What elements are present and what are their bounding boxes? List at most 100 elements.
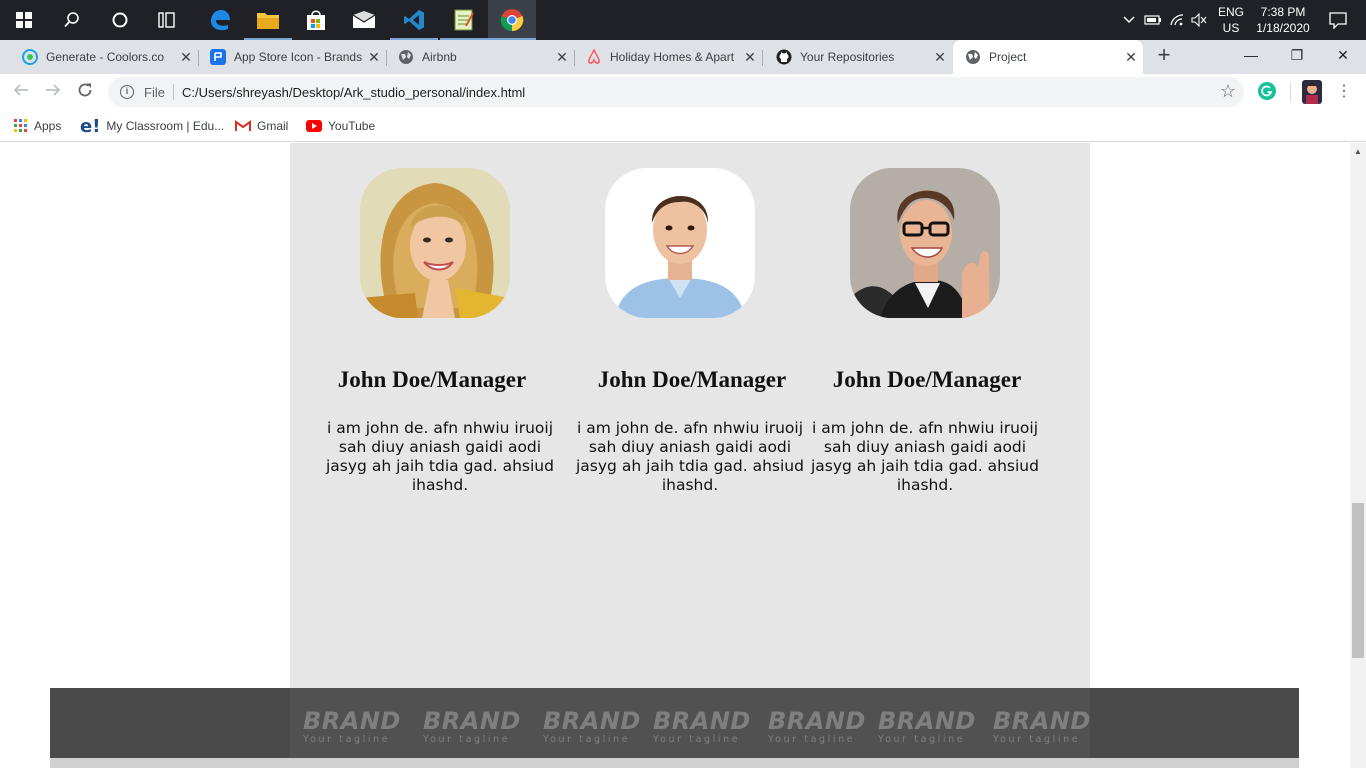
close-icon[interactable]: ✕ <box>738 49 762 66</box>
tab-label: Holiday Homes & Apart <box>610 50 735 64</box>
menu-dots-icon[interactable]: ⋮ <box>1336 82 1352 102</box>
profile-avatar[interactable] <box>1302 80 1322 104</box>
back-button[interactable] <box>9 80 33 104</box>
battery-icon[interactable] <box>1142 0 1164 40</box>
bookmark-apps[interactable]: Apps <box>14 116 61 136</box>
member-bio: i am john de. afn nhwiu iruoij sah diuy … <box>576 419 804 494</box>
edge-icon[interactable] <box>196 0 244 40</box>
chrome-icon[interactable] <box>488 0 536 40</box>
apps-grid-icon <box>14 119 28 133</box>
github-icon <box>776 49 792 65</box>
member-name: John Doe/Manager <box>597 367 787 392</box>
brand-logo: BRAND Your tagline <box>653 707 751 746</box>
forward-button[interactable] <box>41 80 65 104</box>
search-icon[interactable] <box>48 0 96 40</box>
notification-icon[interactable] <box>1318 0 1358 40</box>
brand-name: BRAND <box>653 707 751 735</box>
bookmark-label: Apps <box>34 119 62 133</box>
bookmark-youtube[interactable]: YouTube <box>306 116 375 136</box>
tab-airbnb[interactable]: Airbnb ✕ <box>386 40 574 74</box>
restore-button[interactable]: ❐ <box>1274 40 1320 70</box>
grammarly-icon[interactable] <box>1258 82 1276 100</box>
reload-button[interactable] <box>73 80 97 104</box>
close-icon[interactable]: ✕ <box>1119 49 1143 66</box>
notepad-icon[interactable] <box>440 0 488 40</box>
vscode-icon[interactable] <box>390 0 438 40</box>
system-clock[interactable]: 7:38 PM 1/18/2020 <box>1252 4 1314 36</box>
mail-icon[interactable] <box>340 0 388 40</box>
tab-label: Your Repositories <box>800 50 895 64</box>
task-view-icon[interactable] <box>144 0 192 40</box>
team-photo-woman-blonde <box>360 168 510 318</box>
tab-coolors[interactable]: Generate - Coolors.co ✕ <box>10 40 198 74</box>
member-bio: i am john de. afn nhwiu iruoij sah diuy … <box>811 419 1039 494</box>
bookmark-star-icon[interactable]: ☆ <box>1220 81 1236 102</box>
chevron-up-icon[interactable] <box>1118 0 1140 40</box>
bookmark-label: My Classroom | Edu... <box>106 119 225 133</box>
member-name: John Doe/Manager <box>337 367 527 392</box>
member-name: John Doe/Manager <box>832 367 1022 392</box>
brand-name: BRAND <box>423 707 521 735</box>
close-icon[interactable]: ✕ <box>928 49 952 66</box>
toolbar-divider <box>1290 82 1291 102</box>
bookmarks-bar: Apps e! My Classroom | Edu... Gmail YouT… <box>0 110 1366 142</box>
address-bar[interactable]: i File C:/Users/shreyash/Desktop/Ark_stu… <box>108 77 1244 107</box>
tab-label: Project <box>989 50 1027 64</box>
bookmark-label: Gmail <box>257 119 289 133</box>
scroll-up-arrow-icon[interactable]: ▲ <box>1350 145 1366 159</box>
clock-time: 7:38 PM <box>1260 5 1306 19</box>
info-icon[interactable]: i <box>120 85 134 99</box>
brand-logo: BRAND Your tagline <box>993 707 1091 746</box>
brand-logo: BRAND Your tagline <box>768 707 866 746</box>
brand-logo: BRAND Your tagline <box>303 707 401 746</box>
tab-your-repositories[interactable]: Your Repositories ✕ <box>764 40 952 74</box>
team-photo-man-smiling <box>605 168 755 318</box>
clock-date: 1/18/2020 <box>1256 21 1310 35</box>
team-photo-man-glasses <box>850 168 1000 318</box>
close-icon[interactable]: ✕ <box>362 49 386 66</box>
brand-name: BRAND <box>993 707 1091 735</box>
new-tab-button[interactable]: + <box>1152 44 1176 68</box>
tab-project[interactable]: Project ✕ <box>953 40 1143 74</box>
bookmark-gmail[interactable]: Gmail <box>235 116 288 136</box>
cortana-icon[interactable] <box>96 0 144 40</box>
store-icon[interactable] <box>292 0 340 40</box>
tab-divider <box>762 50 763 66</box>
gmail-icon <box>235 120 251 132</box>
browser-tab-strip: Generate - Coolors.co ✕ App Store Icon -… <box>0 40 1366 74</box>
brand-name: BRAND <box>543 707 641 735</box>
brand-tagline: Your tagline <box>768 734 856 745</box>
globe-icon <box>965 49 981 65</box>
language-indicator[interactable]: ENG US <box>1214 4 1248 36</box>
windows-start-icon[interactable] <box>0 0 48 40</box>
member-bio: i am john de. afn nhwiu iruoij sah diuy … <box>326 419 554 494</box>
close-window-button[interactable]: ✕ <box>1320 40 1366 70</box>
volume-muted-icon[interactable] <box>1188 0 1210 40</box>
close-icon[interactable]: ✕ <box>550 49 574 66</box>
close-icon[interactable]: ✕ <box>174 49 198 66</box>
wifi-icon[interactable] <box>1166 0 1188 40</box>
app-store-icon <box>210 49 226 65</box>
page-viewport: John Doe/Manager i am john de. afn nhwiu… <box>0 143 1350 768</box>
brand-tagline: Your tagline <box>423 734 511 745</box>
windows-taskbar: ENG US 7:38 PM 1/18/2020 <box>0 0 1366 40</box>
tab-label: Airbnb <box>422 50 457 64</box>
file-explorer-icon[interactable] <box>244 0 292 40</box>
tab-app-store-icon[interactable]: App Store Icon - Brands ✕ <box>198 40 386 74</box>
url-text[interactable]: C:/Users/shreyash/Desktop/Ark_studio_per… <box>182 85 525 100</box>
brand-tagline: Your tagline <box>993 734 1081 745</box>
brand-name: BRAND <box>768 707 866 735</box>
language-code: ENG <box>1217 5 1244 19</box>
brand-logo: BRAND Your tagline <box>878 708 975 746</box>
tab-label: Generate - Coolors.co <box>46 50 165 64</box>
page-scrollbar[interactable]: ▲ <box>1350 143 1366 768</box>
minimize-button[interactable]: — <box>1228 40 1274 70</box>
tab-label: App Store Icon - Brands <box>234 50 362 64</box>
scrollbar-thumb[interactable] <box>1352 503 1364 658</box>
brand-tagline: Your tagline <box>303 734 391 745</box>
brand-logo: BRAND Your tagline <box>423 707 521 746</box>
brand-name: BRAND <box>303 707 401 735</box>
bookmark-my-classroom[interactable]: e! My Classroom | Edu... <box>80 116 225 137</box>
tab-holiday-homes[interactable]: Holiday Homes & Apart ✕ <box>574 40 762 74</box>
url-scheme-label: File <box>144 84 165 100</box>
